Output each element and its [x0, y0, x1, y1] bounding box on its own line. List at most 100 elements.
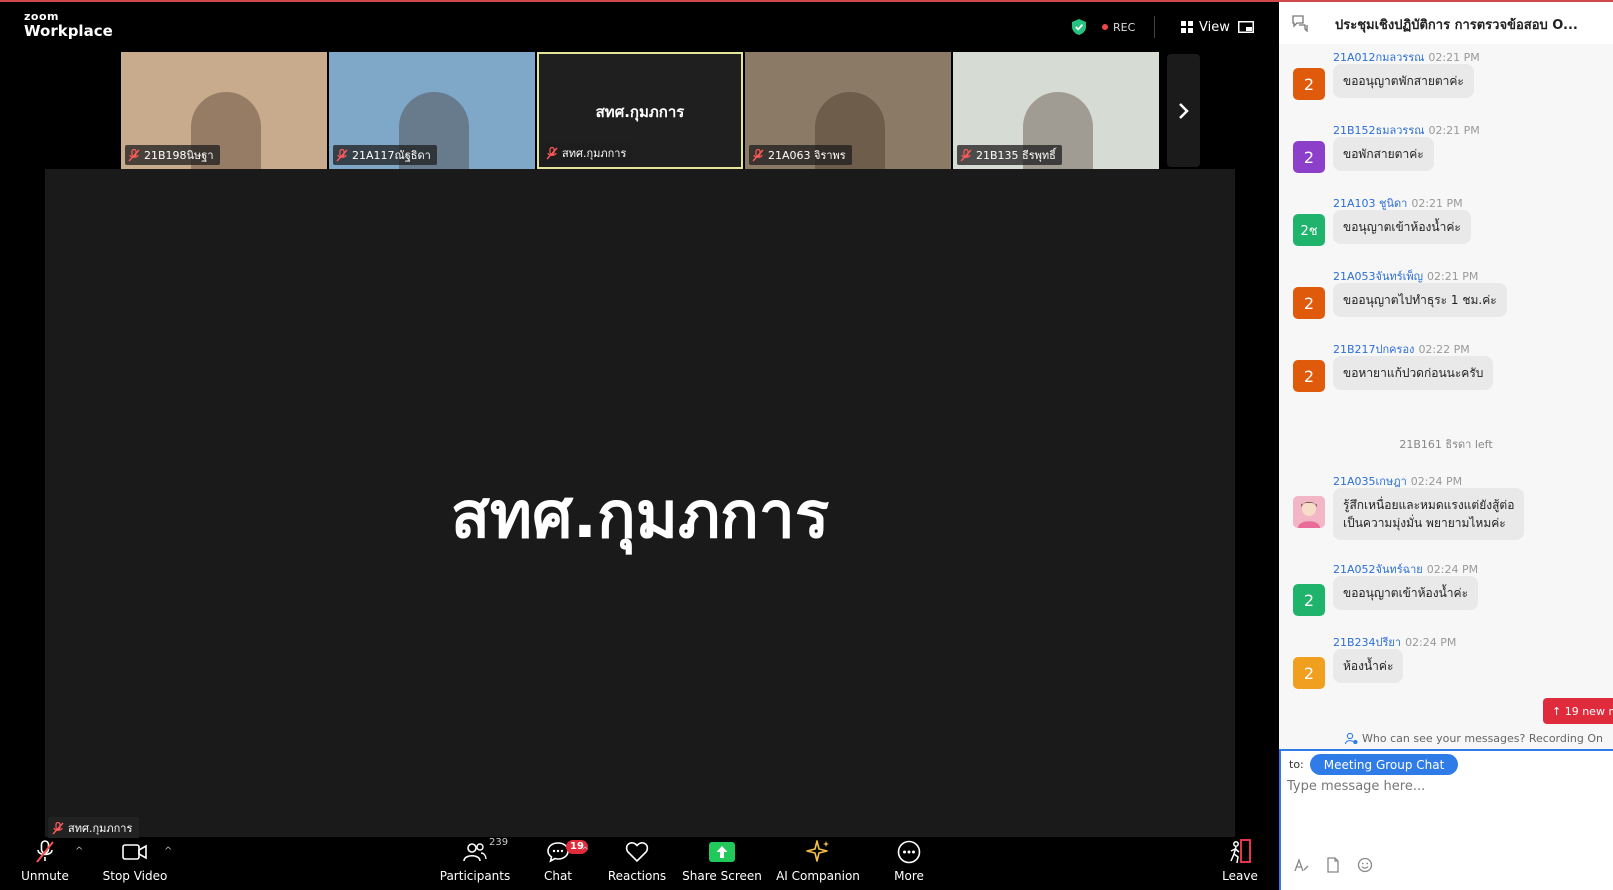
message-bubble: ขอหายาแก้ปวดก่อนนะครับ — [1333, 356, 1494, 390]
message-sender[interactable]: 21B152ธมลวรรณ — [1333, 124, 1424, 137]
participant-name-label: สทศ.กุมภการ — [543, 143, 633, 163]
message-time: 02:24 PM — [1405, 636, 1457, 649]
muted-mic-icon — [336, 148, 348, 161]
people-lock-icon — [1345, 732, 1358, 744]
share-screen-label: Share Screen — [682, 869, 762, 883]
message-time: 02:21 PM — [1411, 197, 1463, 210]
leave-door-icon — [1230, 839, 1251, 864]
chat-compose-box: to: Meeting Group Chat — [1279, 749, 1613, 890]
participant-name-label: 21A117ณัฐธิดา — [333, 145, 437, 165]
reactions-label: Reactions — [607, 869, 667, 883]
message-bubble: ขอพักสายตาค่ะ — [1333, 137, 1434, 171]
gallery-next-button[interactable] — [1167, 54, 1200, 167]
recording-indicator[interactable]: REC — [1102, 16, 1135, 38]
more-label: More — [894, 869, 924, 883]
message-sender[interactable]: 21A103 ชูนิดา — [1333, 197, 1407, 210]
message-sender[interactable]: 21A053จันทร์เพ็ญ — [1333, 270, 1423, 283]
message-visibility-notice[interactable]: Who can see your messages? Recording On — [1279, 728, 1613, 748]
video-options-caret-icon[interactable]: ^ — [164, 846, 172, 857]
muted-mic-icon — [752, 148, 764, 161]
message-bubble: ขออนุญาตไปทำธุระ 1 ชม.ค่ะ — [1333, 283, 1507, 317]
muted-mic-icon — [36, 840, 54, 863]
message-sender[interactable]: 21B217ปกครอง — [1333, 343, 1414, 356]
heart-icon — [625, 842, 649, 863]
participant-video-tile[interactable]: 21B198นิษฐา — [121, 52, 327, 169]
grid-view-icon — [1181, 21, 1193, 33]
avatar-photo[interactable] — [1293, 496, 1325, 528]
new-messages-button[interactable]: ↑ 19 new m — [1543, 698, 1613, 724]
recording-label: REC — [1113, 20, 1136, 34]
participants-button[interactable]: 239 Participants — [439, 837, 511, 890]
leave-button[interactable]: Leave — [1222, 838, 1258, 890]
avatar-initials[interactable]: 2 — [1293, 68, 1325, 100]
chat-message-input[interactable] — [1287, 775, 1597, 797]
chat-message-list[interactable]: 21B161 ธิรดา left 21A035เกษฎา 02:24 PM รู… — [1279, 48, 1613, 728]
app-logo: zoom Workplace — [24, 11, 113, 39]
stop-video-button[interactable]: Stop Video — [103, 838, 167, 890]
active-speaker-label-text: สทศ.กุมภการ — [68, 822, 133, 835]
audio-options-caret-icon[interactable]: ^ — [75, 846, 83, 857]
participant-video-tile[interactable]: 21A063 จิราพร — [745, 52, 951, 169]
avatar-initials[interactable]: 2ช — [1293, 214, 1325, 246]
recipient-selector[interactable]: Meeting Group Chat — [1309, 754, 1459, 775]
popout-chat-icon[interactable] — [1291, 14, 1309, 36]
avatar-initials[interactable]: 2 — [1293, 657, 1325, 689]
message-bubble: ขออนุญาตพักสายตาค่ะ — [1333, 64, 1474, 98]
participant-video-tile[interactable]: 21A117ณัฐธิดา — [329, 52, 535, 169]
meeting-area: zoom Workplace REC View 21B198นิษฐา 21A11… — [0, 2, 1279, 890]
more-dots-icon — [897, 840, 921, 864]
participant-name-text: 21B198นิษฐา — [144, 149, 214, 162]
participant-name-text: 21B135 ธีรพุทธิ์ — [976, 149, 1056, 162]
active-speaker-stage: สทศ.กุมภการ สทศ.กุมภการ — [45, 169, 1235, 839]
message-sender[interactable]: 21B234ปรียา — [1333, 636, 1401, 649]
ai-companion-label: AI Companion — [776, 869, 860, 883]
emoji-icon[interactable] — [1357, 857, 1373, 877]
file-attach-icon[interactable] — [1325, 857, 1341, 877]
more-button[interactable]: More — [889, 838, 929, 890]
format-text-icon[interactable] — [1293, 857, 1309, 877]
chat-options-caret-icon[interactable]: ^ — [581, 846, 589, 857]
active-speaker-label: สทศ.กุมภการ — [48, 817, 140, 839]
system-left-notice: 21B161 ธิรดา left — [1399, 438, 1493, 451]
participants-label: Participants — [439, 869, 511, 883]
fullscreen-icon — [1238, 21, 1254, 33]
participant-display-name: สทศ.กุมภการ — [595, 103, 685, 121]
avatar-initials[interactable]: 2 — [1293, 584, 1325, 616]
participant-name-label: 21A063 จิราพร — [749, 145, 852, 165]
chat-button[interactable]: 19 Chat — [538, 838, 588, 890]
recipient-row: to: Meeting Group Chat — [1289, 754, 1459, 775]
leave-label: Leave — [1222, 869, 1258, 883]
message-bubble: รู้สึกเหนื่อยและหมดแรงแต่ยังสู้ต่อ เป็นค… — [1333, 488, 1525, 540]
video-camera-icon — [122, 844, 147, 860]
view-button[interactable]: View — [1181, 16, 1230, 38]
message-time: 02:24 PM — [1426, 563, 1479, 576]
avatar-initials[interactable]: 2 — [1293, 360, 1325, 392]
active-speaker-name: สทศ.กุมภการ — [450, 479, 830, 553]
message-bubble: ขอนุญาตเข้าห้องน้ำค่ะ — [1333, 210, 1471, 244]
message-sender[interactable]: 21A012กมลวรรณ — [1333, 51, 1424, 64]
fullscreen-button[interactable] — [1238, 16, 1254, 38]
participants-count: 239 — [489, 837, 509, 848]
chat-header: ประชุมเชิงปฏิบัติการ การตรวจข้อสอบ O... — [1279, 2, 1613, 44]
participant-video-tile[interactable]: สทศ.กุมภการ สทศ.กุมภการ — [537, 52, 743, 169]
message-bubble: ห้องน้ำค่ะ — [1333, 649, 1404, 683]
unmute-button[interactable]: Unmute — [20, 838, 70, 890]
message-sender[interactable]: 21A035เกษฎา — [1333, 475, 1407, 488]
message-time: 02:24 PM — [1410, 475, 1463, 488]
avatar-initials[interactable]: 2 — [1293, 141, 1325, 173]
recipient-prefix: to: — [1289, 758, 1304, 771]
share-screen-button[interactable]: Share Screen — [682, 838, 762, 890]
participant-video-tile[interactable]: 21B135 ธีรพุทธิ์ — [953, 52, 1159, 169]
participant-name-text: 21A063 จิราพร — [768, 149, 846, 162]
participant-name-label: 21B198นิษฐา — [125, 145, 220, 165]
recording-dot-icon — [1102, 24, 1108, 30]
encryption-shield-icon[interactable] — [1072, 16, 1088, 38]
message-time: 02:22 PM — [1418, 343, 1470, 356]
message-sender[interactable]: 21A052จันทร์ฉาย — [1333, 563, 1423, 576]
compose-toolbar — [1293, 857, 1373, 877]
avatar-initials[interactable]: 2 — [1293, 287, 1325, 319]
muted-mic-icon — [546, 146, 558, 159]
reactions-button[interactable]: Reactions — [607, 838, 667, 890]
ai-companion-button[interactable]: AI Companion — [776, 838, 860, 890]
message-text-line: เป็นความมุ่งมั่น พยายามไหมค่ะ — [1343, 516, 1506, 530]
